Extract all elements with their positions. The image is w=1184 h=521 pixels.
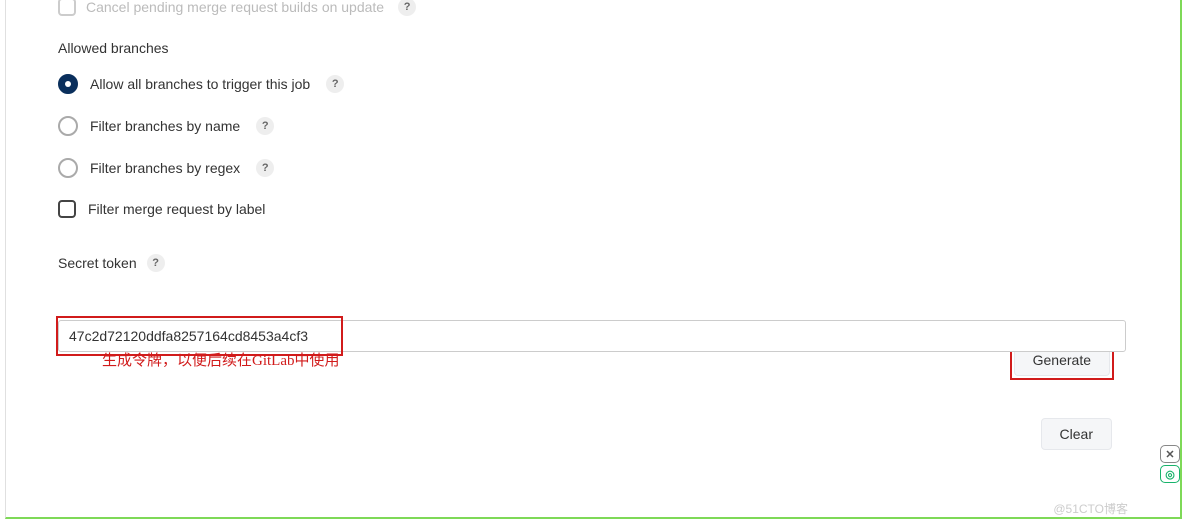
help-icon[interactable]: ?: [256, 159, 274, 177]
secret-token-input[interactable]: [58, 320, 1126, 352]
cancel-pending-label: Cancel pending merge request builds on u…: [86, 0, 384, 15]
radio-row-allow-all[interactable]: Allow all branches to trigger this job ?: [58, 74, 1126, 94]
checkbox-row-by-label[interactable]: Filter merge request by label: [58, 200, 1126, 218]
cancel-pending-row: Cancel pending merge request builds on u…: [58, 0, 1126, 16]
radio-by-name[interactable]: [58, 116, 78, 136]
side-close-icon[interactable]: ✕: [1160, 445, 1180, 463]
help-icon[interactable]: ?: [398, 0, 416, 16]
checkbox-label-by-label: Filter merge request by label: [88, 201, 265, 217]
radio-row-by-name[interactable]: Filter branches by name ?: [58, 116, 1126, 136]
allowed-branches-heading: Allowed branches: [58, 40, 1126, 56]
checkbox-by-label[interactable]: [58, 200, 76, 218]
secret-token-label: Secret token: [58, 255, 137, 271]
help-icon[interactable]: ?: [256, 117, 274, 135]
radio-label-by-regex: Filter branches by regex: [90, 160, 240, 176]
radio-by-regex[interactable]: [58, 158, 78, 178]
radio-label-by-name: Filter branches by name: [90, 118, 240, 134]
side-buttons: ✕ ◎: [1160, 445, 1180, 483]
help-icon[interactable]: ?: [326, 75, 344, 93]
radio-allow-all[interactable]: [58, 74, 78, 94]
help-icon[interactable]: ?: [147, 254, 165, 272]
watermark: @51CTO博客: [1053, 500, 1128, 517]
side-target-icon[interactable]: ◎: [1160, 465, 1180, 483]
allowed-branches-group: Allow all branches to trigger this job ?…: [58, 74, 1126, 218]
cancel-pending-checkbox[interactable]: [58, 0, 76, 16]
clear-button[interactable]: Clear: [1041, 418, 1112, 450]
radio-row-by-regex[interactable]: Filter branches by regex ?: [58, 158, 1126, 178]
secret-token-label-row: Secret token ?: [58, 254, 1126, 272]
radio-label-allow-all: Allow all branches to trigger this job: [90, 76, 310, 92]
